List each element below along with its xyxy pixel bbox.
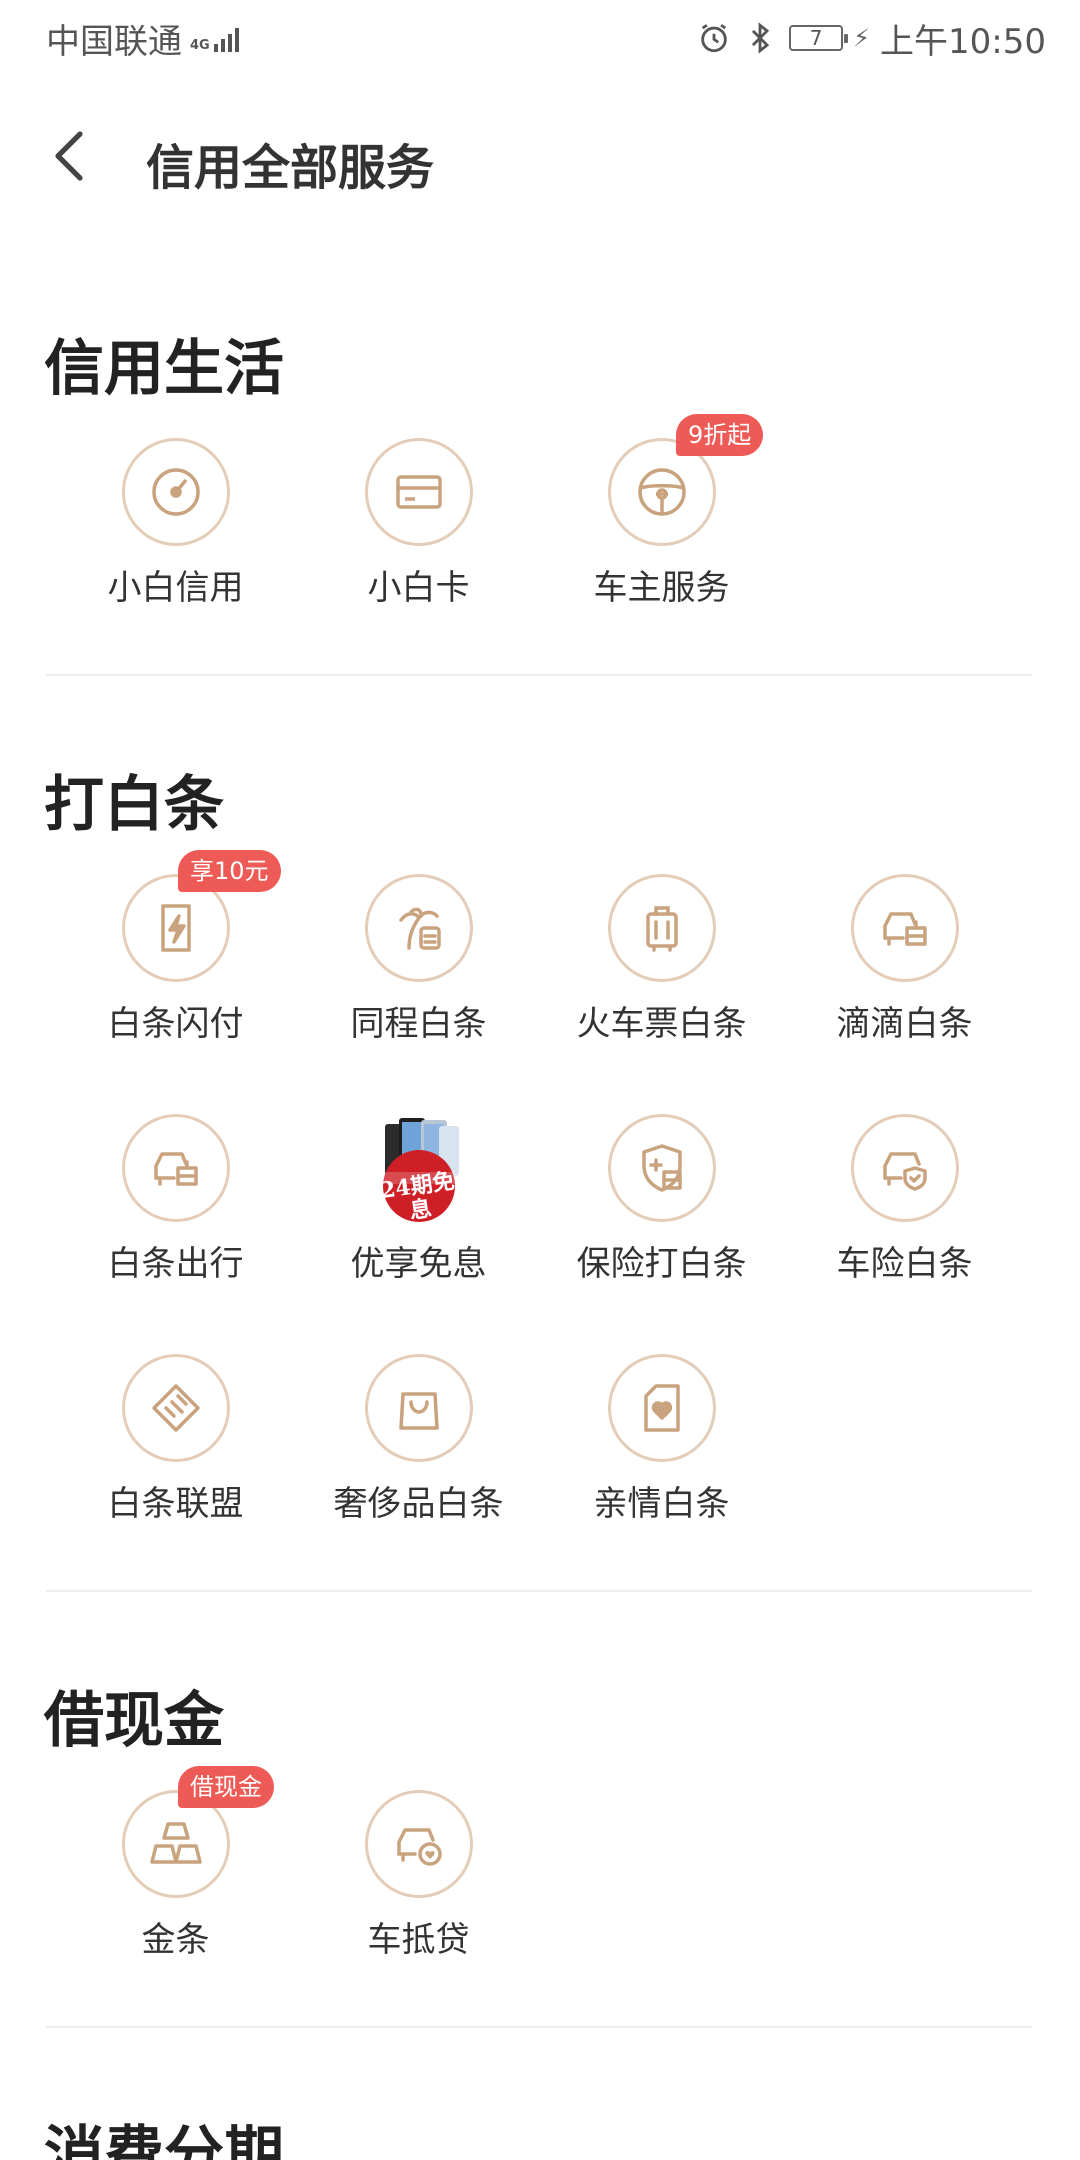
gauge-icon bbox=[151, 468, 200, 516]
charging-icon: ⚡ bbox=[853, 24, 871, 52]
icon-circle bbox=[364, 1354, 473, 1462]
item-label: 车险白条 bbox=[836, 1244, 973, 1284]
flash-pay-icon bbox=[160, 904, 191, 952]
item-label: 亲情白条 bbox=[593, 1484, 730, 1524]
item-label: 白条闪付 bbox=[107, 1004, 244, 1044]
shopping-bag-icon bbox=[398, 1392, 439, 1430]
grid-item-baitiao-flash-pay[interactable]: 白条闪付 享10元 bbox=[54, 850, 297, 1064]
battery-icon: 7 bbox=[789, 25, 849, 51]
page-title: 信用全部服务 bbox=[146, 140, 435, 196]
item-label: 白条出行 bbox=[107, 1244, 244, 1284]
icon-circle bbox=[364, 1790, 473, 1898]
item-label: 保险打白条 bbox=[576, 1244, 747, 1284]
grid-item-didi-baitiao[interactable]: 滴滴白条 bbox=[783, 874, 1026, 1064]
heart-card-icon bbox=[643, 1384, 680, 1432]
promo-badge: 9折起 bbox=[676, 414, 764, 456]
icon-circle bbox=[850, 874, 959, 982]
item-label: 小白信用 bbox=[107, 568, 244, 608]
bluetooth-icon bbox=[752, 22, 770, 54]
status-left: 中国联通 4G bbox=[46, 14, 242, 63]
promo-badge: 享10元 bbox=[178, 850, 281, 892]
handshake-icon bbox=[151, 1384, 200, 1432]
item-label: 白条联盟 bbox=[107, 1484, 244, 1524]
grid-item-xiaobai-card[interactable]: 小白卡 bbox=[297, 438, 540, 628]
grid-item-baitiao-travel[interactable]: 白条出行 bbox=[54, 1114, 297, 1304]
section-title-credit-life: 信用生活 bbox=[44, 334, 284, 404]
item-label: 优享免息 bbox=[350, 1244, 487, 1284]
back-button[interactable] bbox=[40, 126, 100, 186]
chevron-left-icon bbox=[55, 131, 83, 181]
steering-wheel-icon bbox=[637, 468, 686, 516]
grid-item-car-owner-service[interactable]: 车主服务 9折起 bbox=[540, 414, 783, 628]
icon-circle bbox=[121, 438, 230, 546]
section-divider bbox=[46, 1590, 1032, 1592]
section-divider bbox=[46, 674, 1032, 676]
carrier-name: 中国联通 bbox=[46, 21, 182, 62]
status-right: 7 ⚡ 上午10:50 bbox=[697, 14, 1046, 63]
grid-item-xiaobai-credit[interactable]: 小白信用 bbox=[54, 438, 297, 628]
item-label: 车抵贷 bbox=[367, 1920, 470, 1960]
icon-circle bbox=[607, 1354, 716, 1462]
coconut-tree-icon bbox=[398, 907, 441, 950]
status-bar: 中国联通 4G 7 ⚡ 上午10:50 bbox=[0, 0, 1080, 76]
item-label: 车主服务 bbox=[593, 568, 730, 608]
section-title-borrow-cash: 借现金 bbox=[44, 1686, 224, 1756]
insurance-shield-icon bbox=[641, 1144, 682, 1192]
section-title-installment: 消费分期 bbox=[44, 2120, 284, 2160]
car-shield-icon bbox=[882, 1152, 927, 1191]
item-label: 奢侈品白条 bbox=[333, 1484, 504, 1524]
icon-circle bbox=[364, 874, 473, 982]
clock: 上午10:50 bbox=[880, 21, 1046, 62]
icon-circle bbox=[607, 874, 716, 982]
network-type: 4G bbox=[190, 38, 210, 53]
battery-level: 7 bbox=[809, 26, 823, 50]
luggage-icon bbox=[645, 906, 678, 952]
grid-item-insurance-baitiao[interactable]: 保险打白条 bbox=[540, 1114, 783, 1304]
grid-item-luxury-baitiao[interactable]: 奢侈品白条 bbox=[297, 1354, 540, 1544]
grid-item-family-baitiao[interactable]: 亲情白条 bbox=[540, 1354, 783, 1544]
phone-promo-image: 24期免息 bbox=[365, 1114, 473, 1224]
item-label: 火车票白条 bbox=[576, 1004, 747, 1044]
car-icon bbox=[882, 912, 927, 946]
section-divider bbox=[46, 2026, 1032, 2028]
car-heart-icon bbox=[396, 1828, 442, 1866]
grid-item-train-ticket-baitiao[interactable]: 火车票白条 bbox=[540, 874, 783, 1064]
item-label: 滴滴白条 bbox=[836, 1004, 973, 1044]
card-icon bbox=[395, 475, 442, 509]
car-icon bbox=[153, 1152, 198, 1186]
grid-item-interest-free[interactable]: 24期免息 优享免息 bbox=[297, 1114, 540, 1304]
icon-circle bbox=[364, 438, 473, 546]
item-label: 金条 bbox=[141, 1920, 210, 1960]
icon-circle bbox=[121, 1354, 230, 1462]
grid-item-tongcheng-baitiao[interactable]: 同程白条 bbox=[297, 874, 540, 1064]
promo-badge: 借现金 bbox=[178, 1766, 274, 1808]
item-label: 小白卡 bbox=[367, 568, 470, 608]
grid-item-jintiao[interactable]: 金条 借现金 bbox=[54, 1766, 297, 1980]
item-label: 同程白条 bbox=[350, 1004, 487, 1044]
grid-item-baitiao-alliance[interactable]: 白条联盟 bbox=[54, 1354, 297, 1544]
grid-item-car-mortgage-loan[interactable]: 车抵贷 bbox=[297, 1790, 540, 1980]
icon-circle bbox=[607, 1114, 716, 1222]
icon-circle bbox=[850, 1114, 959, 1222]
alarm-icon bbox=[701, 24, 727, 53]
section-title-baitiao: 打白条 bbox=[44, 770, 224, 840]
icon-circle bbox=[121, 1114, 230, 1222]
gold-bars-icon bbox=[149, 1822, 202, 1864]
header: 信用全部服务 bbox=[0, 100, 1080, 220]
grid-item-car-insurance-baitiao[interactable]: 车险白条 bbox=[783, 1114, 1026, 1304]
signal-icon: 4G bbox=[190, 24, 242, 52]
